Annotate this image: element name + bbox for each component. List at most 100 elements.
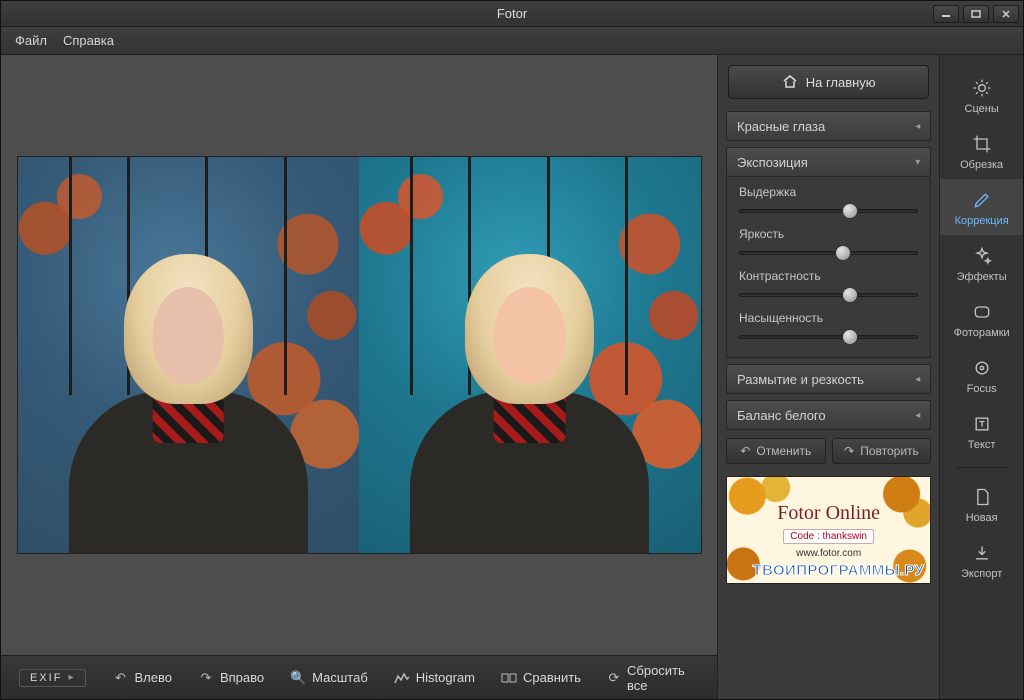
undo-icon: ↶ bbox=[740, 444, 750, 458]
rail-frames-label: Фоторамки bbox=[954, 327, 1010, 339]
compare-view bbox=[18, 157, 701, 553]
home-button[interactable]: На главную bbox=[728, 65, 929, 99]
right-rail: Сцены Обрезка Коррекция Эффекты Фоторамк… bbox=[939, 55, 1023, 699]
reset-label: Сбросить все bbox=[627, 663, 699, 693]
slider-exposure-thumb[interactable] bbox=[842, 203, 858, 219]
slider-brightness-thumb[interactable] bbox=[835, 245, 851, 261]
promo-banner[interactable]: Fotor Online Code : thankswin www.fotor.… bbox=[726, 476, 931, 584]
document-icon bbox=[971, 486, 993, 508]
zoom-button[interactable]: 🔍 Масштаб bbox=[290, 670, 368, 686]
rail-scenes-label: Сцены bbox=[965, 103, 999, 115]
slider-exposure[interactable] bbox=[739, 209, 918, 213]
slider-contrast[interactable] bbox=[739, 293, 918, 297]
search-icon: 🔍 bbox=[290, 670, 306, 686]
watermark-text: ТВОИПРОГРАММЫ.РУ bbox=[753, 562, 925, 579]
chevron-down-icon: ▾ bbox=[915, 157, 920, 168]
chevron-left-icon: ◂ bbox=[915, 121, 920, 132]
undo-button[interactable]: ↶ Отменить bbox=[726, 438, 826, 464]
accordion-exposure[interactable]: Экспозиция ▾ bbox=[726, 147, 931, 177]
minimize-button[interactable] bbox=[933, 5, 959, 23]
compare-button[interactable]: Сравнить bbox=[501, 670, 581, 686]
canvas-viewport[interactable] bbox=[1, 55, 717, 655]
accordion-blur-sharpness[interactable]: Размытие и резкость ◂ bbox=[726, 364, 931, 394]
histogram-label: Histogram bbox=[416, 670, 475, 685]
redo-button[interactable]: ↷ Повторить bbox=[832, 438, 932, 464]
reset-all-button[interactable]: ⟳ Сбросить все bbox=[607, 663, 699, 693]
zoom-label: Масштаб bbox=[312, 670, 368, 685]
menu-file[interactable]: Файл bbox=[15, 33, 47, 48]
close-button[interactable] bbox=[993, 5, 1019, 23]
slider-brightness-label: Яркость bbox=[739, 227, 918, 241]
pencil-icon bbox=[971, 189, 993, 211]
slider-saturation-label: Насыщенность bbox=[739, 311, 918, 325]
menu-help[interactable]: Справка bbox=[63, 33, 114, 48]
rail-correction-label: Коррекция bbox=[955, 215, 1009, 227]
accordion-exposure-label: Экспозиция bbox=[737, 155, 808, 170]
histogram-button[interactable]: Histogram bbox=[394, 670, 475, 686]
rail-new-label: Новая bbox=[966, 512, 998, 524]
accordion-wb-label: Баланс белого bbox=[737, 408, 826, 423]
rail-effects[interactable]: Эффекты bbox=[940, 235, 1023, 291]
titlebar: Fotor bbox=[1, 1, 1023, 27]
slider-contrast-thumb[interactable] bbox=[842, 287, 858, 303]
slider-exposure-label: Выдержка bbox=[739, 185, 918, 199]
text-icon bbox=[971, 413, 993, 435]
export-icon bbox=[971, 542, 993, 564]
bottom-toolbar: EXIF▸ ↶ Влево ↷ Вправо 🔍 Масштаб Histogr… bbox=[1, 655, 717, 699]
undo-label: Отменить bbox=[756, 444, 811, 458]
chevron-left-icon: ◂ bbox=[915, 374, 920, 385]
redo-icon: ↷ bbox=[844, 444, 854, 458]
rail-text[interactable]: Текст bbox=[940, 403, 1023, 459]
rail-effects-label: Эффекты bbox=[957, 271, 1007, 283]
crop-icon bbox=[971, 133, 993, 155]
accordion-blur-label: Размытие и резкость bbox=[737, 372, 864, 387]
promo-url: www.fotor.com bbox=[796, 548, 861, 559]
frame-icon bbox=[971, 301, 993, 323]
sparkles-icon bbox=[971, 245, 993, 267]
slider-brightness[interactable] bbox=[739, 251, 918, 255]
home-button-label: На главную bbox=[806, 75, 876, 90]
promo-code: Code : thankswin bbox=[783, 529, 874, 544]
target-icon bbox=[971, 357, 993, 379]
rotate-right-label: Вправо bbox=[220, 670, 264, 685]
rail-text-label: Текст bbox=[968, 439, 996, 451]
maximize-button[interactable] bbox=[963, 5, 989, 23]
rotate-left-label: Влево bbox=[134, 670, 171, 685]
slider-saturation-thumb[interactable] bbox=[842, 329, 858, 345]
refresh-icon: ⟳ bbox=[607, 670, 621, 686]
rail-scenes[interactable]: Сцены bbox=[940, 67, 1023, 123]
promo-title: Fotor Online bbox=[777, 502, 880, 525]
photo-edited bbox=[359, 157, 701, 553]
rail-correction[interactable]: Коррекция bbox=[940, 179, 1023, 235]
compare-label: Сравнить bbox=[523, 670, 581, 685]
chevron-left-icon: ◂ bbox=[915, 410, 920, 421]
rail-focus[interactable]: Focus bbox=[940, 347, 1023, 403]
rail-frames[interactable]: Фоторамки bbox=[940, 291, 1023, 347]
rail-crop-label: Обрезка bbox=[960, 159, 1003, 171]
slider-saturation[interactable] bbox=[739, 335, 918, 339]
redo-label: Повторить bbox=[860, 444, 919, 458]
compare-icon bbox=[501, 670, 517, 686]
exposure-panel: Выдержка Яркость Контрастность Насы bbox=[726, 177, 931, 358]
rotate-left-button[interactable]: ↶ Влево bbox=[112, 670, 171, 686]
accordion-white-balance[interactable]: Баланс белого ◂ bbox=[726, 400, 931, 430]
rotate-right-icon: ↷ bbox=[198, 670, 214, 686]
accordion-red-eye[interactable]: Красные глаза ◂ bbox=[726, 111, 931, 141]
rail-new[interactable]: Новая bbox=[940, 476, 1023, 532]
exif-button[interactable]: EXIF▸ bbox=[19, 669, 86, 687]
rotate-right-button[interactable]: ↷ Вправо bbox=[198, 670, 264, 686]
rail-export[interactable]: Экспорт bbox=[940, 532, 1023, 588]
sun-icon bbox=[971, 77, 993, 99]
rotate-left-icon: ↶ bbox=[112, 670, 128, 686]
menubar: Файл Справка bbox=[1, 27, 1023, 55]
rail-crop[interactable]: Обрезка bbox=[940, 123, 1023, 179]
rail-focus-label: Focus bbox=[967, 383, 997, 395]
accordion-red-eye-label: Красные глаза bbox=[737, 119, 825, 134]
rail-export-label: Экспорт bbox=[961, 568, 1002, 580]
photo-original bbox=[18, 157, 360, 553]
home-icon bbox=[782, 74, 798, 91]
window-title: Fotor bbox=[497, 6, 527, 21]
slider-contrast-label: Контрастность bbox=[739, 269, 918, 283]
histogram-icon bbox=[394, 670, 410, 686]
exif-label: EXIF bbox=[30, 672, 62, 684]
